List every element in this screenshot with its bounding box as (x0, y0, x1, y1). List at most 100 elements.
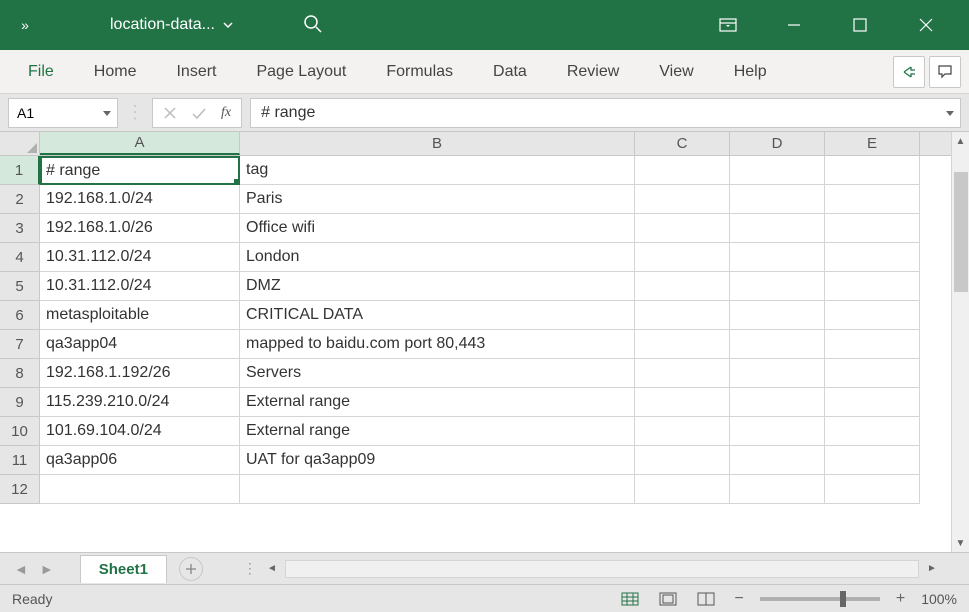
tab-home[interactable]: Home (74, 53, 157, 91)
cell-A9[interactable]: 115.239.210.0/24 (40, 388, 240, 417)
cell-C7[interactable] (635, 330, 730, 359)
cell-B8[interactable]: Servers (240, 359, 635, 388)
sheet-nav-next[interactable]: ► (34, 561, 60, 577)
horizontal-scrollbar[interactable] (285, 560, 919, 578)
cell-E4[interactable] (825, 243, 920, 272)
cell-A7[interactable]: qa3app04 (40, 330, 240, 359)
enter-icon[interactable] (191, 106, 207, 120)
cell-C12[interactable] (635, 475, 730, 504)
cell-B3[interactable]: Office wifi (240, 214, 635, 243)
cell-C10[interactable] (635, 417, 730, 446)
cell-E2[interactable] (825, 185, 920, 214)
col-header-b[interactable]: B (240, 132, 635, 155)
scroll-thumb[interactable] (954, 172, 968, 292)
sheet-tab-sheet1[interactable]: Sheet1 (80, 555, 167, 583)
cell-E7[interactable] (825, 330, 920, 359)
add-sheet-button[interactable] (179, 557, 203, 581)
zoom-in-button[interactable]: + (892, 590, 909, 608)
search-button[interactable] (303, 14, 323, 37)
cell-D5[interactable] (730, 272, 825, 301)
cell-D3[interactable] (730, 214, 825, 243)
cell-A11[interactable]: qa3app06 (40, 446, 240, 475)
cell-C1[interactable] (635, 156, 730, 185)
scroll-up-button[interactable]: ▲ (952, 132, 969, 150)
cell-B5[interactable]: DMZ (240, 272, 635, 301)
tab-file[interactable]: File (8, 53, 74, 91)
row-header[interactable]: 4 (0, 243, 40, 272)
cell-E5[interactable] (825, 272, 920, 301)
cell-D2[interactable] (730, 185, 825, 214)
vertical-scrollbar[interactable]: ▲ ▼ (951, 132, 969, 552)
page-break-view-button[interactable] (693, 589, 719, 609)
cell-E8[interactable] (825, 359, 920, 388)
cell-A1[interactable]: # range (40, 156, 240, 185)
cell-B4[interactable]: London (240, 243, 635, 272)
page-layout-view-button[interactable] (655, 589, 681, 609)
cell-C4[interactable] (635, 243, 730, 272)
cell-D4[interactable] (730, 243, 825, 272)
cell-C2[interactable] (635, 185, 730, 214)
zoom-slider-thumb[interactable] (840, 591, 846, 607)
cell-A2[interactable]: 192.168.1.0/24 (40, 185, 240, 214)
minimize-button[interactable] (771, 10, 817, 40)
share-button[interactable] (893, 56, 925, 88)
cell-E11[interactable] (825, 446, 920, 475)
fx-icon[interactable]: fx (221, 105, 231, 121)
cell-B1[interactable]: tag (240, 156, 635, 185)
row-header[interactable]: 5 (0, 272, 40, 301)
cell-D6[interactable] (730, 301, 825, 330)
cell-B12[interactable] (240, 475, 635, 504)
cell-E6[interactable] (825, 301, 920, 330)
hscroll-left[interactable]: ◄ (263, 563, 281, 574)
cell-D8[interactable] (730, 359, 825, 388)
cell-D7[interactable] (730, 330, 825, 359)
formula-input[interactable]: # range (250, 98, 961, 128)
close-button[interactable] (903, 10, 949, 40)
scroll-down-button[interactable]: ▼ (952, 534, 969, 552)
zoom-out-button[interactable]: − (731, 590, 748, 608)
cell-E12[interactable] (825, 475, 920, 504)
cell-B11[interactable]: UAT for qa3app09 (240, 446, 635, 475)
cell-A6[interactable]: metasploitable (40, 301, 240, 330)
maximize-button[interactable] (837, 10, 883, 40)
normal-view-button[interactable] (617, 589, 643, 609)
col-header-e[interactable]: E (825, 132, 920, 155)
cell-D10[interactable] (730, 417, 825, 446)
cell-A5[interactable]: 10.31.112.0/24 (40, 272, 240, 301)
document-title[interactable]: location-data... (110, 16, 233, 34)
row-header[interactable]: 2 (0, 185, 40, 214)
hscroll-right[interactable]: ► (923, 563, 941, 574)
split-handle[interactable]: ⋮ (243, 560, 259, 577)
tab-data[interactable]: Data (473, 53, 547, 91)
cell-A4[interactable]: 10.31.112.0/24 (40, 243, 240, 272)
cell-E1[interactable] (825, 156, 920, 185)
cell-A3[interactable]: 192.168.1.0/26 (40, 214, 240, 243)
row-header[interactable]: 10 (0, 417, 40, 446)
tab-review[interactable]: Review (547, 53, 639, 91)
cell-B10[interactable]: External range (240, 417, 635, 446)
cell-C5[interactable] (635, 272, 730, 301)
cell-B7[interactable]: mapped to baidu.com port 80,443 (240, 330, 635, 359)
tab-help[interactable]: Help (714, 53, 787, 91)
cell-E3[interactable] (825, 214, 920, 243)
row-header[interactable]: 1 (0, 156, 40, 185)
tab-view[interactable]: View (639, 53, 713, 91)
cell-E9[interactable] (825, 388, 920, 417)
row-header[interactable]: 8 (0, 359, 40, 388)
cell-A10[interactable]: 101.69.104.0/24 (40, 417, 240, 446)
cell-C3[interactable] (635, 214, 730, 243)
cell-B9[interactable]: External range (240, 388, 635, 417)
cell-A12[interactable] (40, 475, 240, 504)
col-header-d[interactable]: D (730, 132, 825, 155)
col-header-c[interactable]: C (635, 132, 730, 155)
cell-C11[interactable] (635, 446, 730, 475)
row-header[interactable]: 11 (0, 446, 40, 475)
select-all-corner[interactable] (0, 132, 40, 155)
name-box[interactable]: A1 (8, 98, 118, 128)
cell-E10[interactable] (825, 417, 920, 446)
ribbon-display-button[interactable] (705, 10, 751, 40)
row-header[interactable]: 7 (0, 330, 40, 359)
quick-access-more[interactable]: » (0, 17, 50, 33)
row-header[interactable]: 3 (0, 214, 40, 243)
sheet-nav-prev[interactable]: ◄ (8, 561, 34, 577)
